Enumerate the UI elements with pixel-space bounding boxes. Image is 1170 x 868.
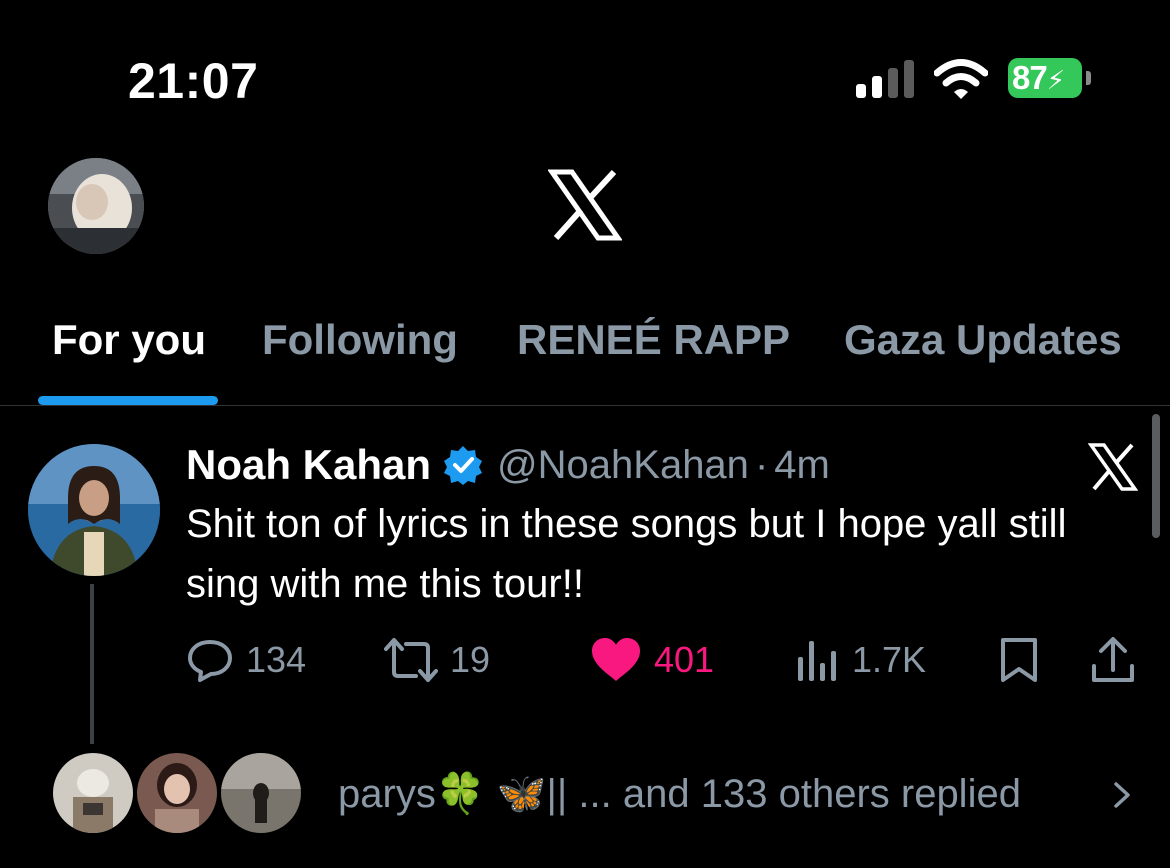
bookmark-button[interactable] (998, 632, 1040, 688)
views-button[interactable]: 1.7K (796, 632, 926, 688)
verified-icon (444, 446, 483, 485)
reply-icon (188, 640, 232, 682)
signal-icon (856, 60, 914, 98)
profile-avatar[interactable] (48, 158, 144, 254)
heart-icon (592, 638, 640, 681)
repost-button[interactable]: 19 (384, 632, 490, 688)
like-count: 401 (654, 639, 715, 680)
bookmark-icon (1001, 638, 1037, 682)
repost-count: 19 (450, 639, 491, 680)
active-tab-indicator (38, 396, 218, 405)
author-name[interactable]: Noah Kahan (186, 441, 431, 489)
share-icon (1092, 637, 1134, 682)
replies-summary[interactable]: parys🍀 🦋|| ... and 133 others replied (338, 770, 1021, 817)
views-icon (798, 641, 836, 681)
tweet-actions: 134 19 401 1.7K (186, 632, 1146, 688)
tab-gaza-updates[interactable]: Gaza Updates (844, 316, 1122, 364)
tweet-time: 4m (774, 442, 830, 487)
profile-avatar-image (48, 158, 144, 254)
x-logo-icon[interactable] (548, 168, 622, 242)
battery-nub (1086, 71, 1091, 85)
reply-button[interactable]: 134 (186, 632, 306, 688)
scrollbar[interactable] (1152, 414, 1160, 538)
battery-level: 87⚡ (1012, 59, 1065, 96)
share-button[interactable] (1090, 632, 1136, 688)
tweet-author-avatar[interactable] (28, 444, 160, 576)
reply-count: 134 (246, 639, 307, 680)
chevron-right-icon[interactable] (1110, 774, 1136, 816)
tweet-text: Shit ton of lyrics in these songs but I … (186, 502, 1067, 606)
reply-avatar (50, 750, 136, 836)
status-time: 21:07 (128, 53, 259, 109)
author-handle[interactable]: @NoahKahan (497, 443, 749, 488)
tweet-header: Noah Kahan @NoahKahan · 4m (186, 438, 830, 492)
like-button[interactable]: 401 (590, 632, 714, 688)
repost-icon (384, 638, 438, 682)
battery-indicator: 87⚡ (1008, 58, 1092, 100)
wifi-icon (934, 59, 988, 99)
tab-renee-rapp[interactable]: RENEÉ RAPP (517, 316, 790, 364)
separator-dot: · (754, 442, 769, 487)
views-count: 1.7K (852, 639, 927, 680)
x-logo-icon[interactable] (1088, 442, 1138, 492)
timeline-tabs: For you Following RENEÉ RAPP Gaza Update… (0, 312, 1170, 406)
reply-avatar (134, 750, 220, 836)
reply-avatars[interactable] (50, 750, 310, 836)
reply-avatar (218, 750, 304, 836)
thread-line (90, 584, 94, 744)
tab-following[interactable]: Following (262, 316, 458, 364)
tab-for-you[interactable]: For you (52, 316, 206, 364)
author-avatar-image (28, 444, 160, 576)
